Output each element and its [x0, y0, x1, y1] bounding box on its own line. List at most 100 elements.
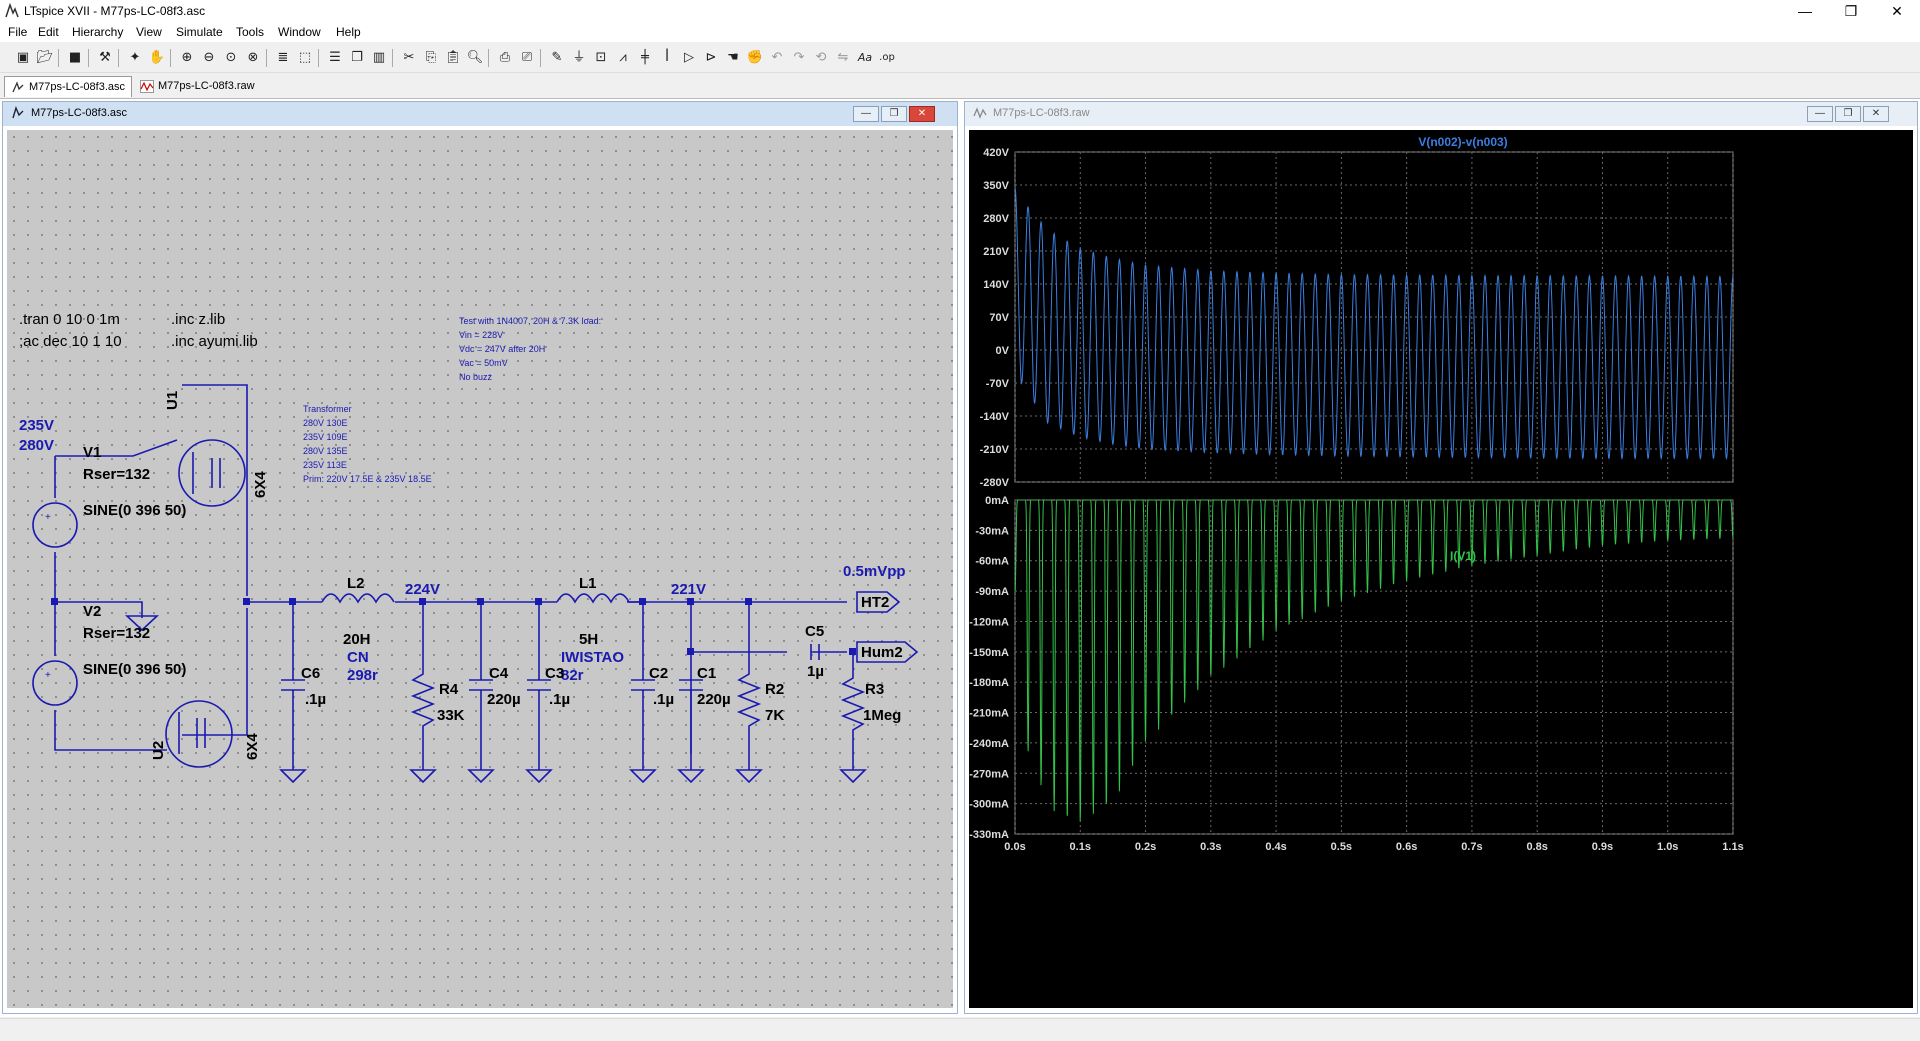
- schematic-minimize-button[interactable]: —: [853, 106, 879, 122]
- diode-icon[interactable]: ▷: [680, 49, 698, 67]
- v1-value[interactable]: SINE(0 396 50): [83, 502, 186, 519]
- menu-simulate[interactable]: Simulate: [176, 25, 223, 39]
- move-icon[interactable]: ☚: [724, 49, 742, 67]
- c4-name[interactable]: C4: [489, 665, 509, 682]
- run-icon[interactable]: ✦: [126, 49, 144, 67]
- directive-tran[interactable]: .tran 0 10 0 1m: [19, 311, 120, 328]
- schematic-close-button[interactable]: ✕: [909, 106, 935, 122]
- resistor-icon[interactable]: ⩘: [614, 49, 632, 67]
- maximize-button[interactable]: ❐: [1828, 0, 1874, 22]
- r2-name[interactable]: R2: [765, 681, 784, 698]
- mirror-icon[interactable]: ⇋: [834, 49, 852, 67]
- print-icon[interactable]: ⎙: [496, 49, 514, 67]
- minimize-button[interactable]: —: [1782, 0, 1828, 22]
- c2-name[interactable]: C2: [649, 665, 668, 682]
- r3-name[interactable]: R3: [865, 681, 884, 698]
- v1-name[interactable]: V1: [83, 444, 101, 461]
- zoom-cancel-icon[interactable]: ⊗: [244, 49, 262, 67]
- r3-value[interactable]: 1Meg: [863, 707, 901, 724]
- directive-inc-ayumi[interactable]: .inc ayumi.lib: [171, 333, 258, 350]
- inductor-icon[interactable]: ꟾ: [658, 49, 676, 67]
- copy-icon[interactable]: ⎘: [422, 49, 440, 67]
- waveform-plot-area[interactable]: 0.0s 0.1s 0.2s 0.3s 0.4s 0.5s 0.6s 0.7s 0.8s 0.9s…: [969, 130, 1913, 1008]
- menu-window[interactable]: Window: [278, 25, 321, 39]
- c5-name[interactable]: C5: [805, 623, 824, 640]
- component-icon[interactable]: ⊳: [702, 49, 720, 67]
- tab-waveform[interactable]: M77ps-LC-08f3.raw: [134, 76, 256, 97]
- rotate-icon[interactable]: ⟲: [812, 49, 830, 67]
- find-icon[interactable]: 🔍︎: [466, 49, 484, 67]
- menu-hierarchy[interactable]: Hierarchy: [72, 25, 123, 39]
- v2-value[interactable]: SINE(0 396 50): [83, 661, 186, 678]
- menu-help[interactable]: Help: [336, 25, 361, 39]
- tab-schematic[interactable]: M77ps-LC-08f3.asc: [4, 76, 132, 97]
- c2-value[interactable]: .1µ: [653, 691, 674, 708]
- c3-name[interactable]: C3: [545, 665, 564, 682]
- l1-name[interactable]: L1: [579, 575, 597, 592]
- l1-value[interactable]: 5H: [579, 631, 598, 648]
- schematic-restore-button[interactable]: ❐: [881, 106, 907, 122]
- zoom-back-icon[interactable]: ⬚: [296, 49, 314, 67]
- redo-icon[interactable]: ↷: [790, 49, 808, 67]
- directive-inc-z[interactable]: .inc z.lib: [171, 311, 225, 328]
- drag-icon[interactable]: ✊: [746, 49, 764, 67]
- r4-value[interactable]: 33K: [437, 707, 465, 724]
- ground-icon[interactable]: ⏚: [570, 49, 588, 67]
- u1-name[interactable]: U1: [164, 391, 181, 410]
- cut-icon[interactable]: ✂: [400, 49, 418, 67]
- directive-ac[interactable]: ;ac dec 10 1 10: [19, 333, 122, 350]
- wire-icon[interactable]: ✎: [548, 49, 566, 67]
- control-panel-icon[interactable]: ⚒: [96, 49, 114, 67]
- r2-value[interactable]: 7K: [765, 707, 784, 724]
- text-icon[interactable]: Aa: [856, 49, 874, 67]
- open-icon[interactable]: 📂︎: [36, 49, 54, 67]
- print-preview-icon[interactable]: ⎚: [518, 49, 536, 67]
- v2-name[interactable]: V2: [83, 603, 101, 620]
- waveform-window-titlebar[interactable]: M77ps-LC-08f3.raw — ❐ ✕: [965, 102, 1917, 126]
- waveform-close-button[interactable]: ✕: [1863, 106, 1889, 122]
- c5-value[interactable]: 1µ: [807, 663, 824, 680]
- v1-rser[interactable]: Rser=132: [83, 466, 150, 483]
- label-net-icon[interactable]: ⊡: [592, 49, 610, 67]
- schematic-canvas[interactable]: + + .tran 0 10 0 1m ;ac dec 10 1 10 .inc …: [7, 130, 953, 1008]
- top-trace-name[interactable]: V(n002)-v(n003): [1418, 135, 1507, 149]
- net-label-hum2[interactable]: Hum2: [861, 644, 903, 661]
- zoom-in-icon[interactable]: ⊕: [178, 49, 196, 67]
- c6-value[interactable]: .1µ: [305, 691, 326, 708]
- waveform-restore-button[interactable]: ❐: [1835, 106, 1861, 122]
- paste-icon[interactable]: 📋︎: [444, 49, 462, 67]
- capacitor-icon[interactable]: ╪: [636, 49, 654, 67]
- menu-edit[interactable]: Edit: [38, 25, 59, 39]
- new-schematic-icon[interactable]: ▣: [14, 49, 32, 67]
- save-icon[interactable]: ■: [66, 49, 84, 67]
- menu-tools[interactable]: Tools: [236, 25, 264, 39]
- u1-part[interactable]: 6X4: [252, 471, 269, 498]
- v2-rser[interactable]: Rser=132: [83, 625, 150, 642]
- bottom-trace-name[interactable]: I(V1): [1450, 549, 1476, 563]
- u2-part[interactable]: 6X4: [244, 733, 261, 760]
- tile-vertical-icon[interactable]: ▥: [370, 49, 388, 67]
- waveform-minimize-button[interactable]: —: [1807, 106, 1833, 122]
- l2-name[interactable]: L2: [347, 575, 365, 592]
- tile-horizontal-icon[interactable]: ☰: [326, 49, 344, 67]
- c4-value[interactable]: 220µ: [487, 691, 521, 708]
- undo-icon[interactable]: ↶: [768, 49, 786, 67]
- c3-value[interactable]: .1µ: [549, 691, 570, 708]
- zoom-out-icon[interactable]: ⊖: [200, 49, 218, 67]
- c6-name[interactable]: C6: [301, 665, 320, 682]
- close-button[interactable]: ✕: [1874, 0, 1920, 22]
- menu-view[interactable]: View: [136, 25, 162, 39]
- u2-name[interactable]: U2: [150, 741, 167, 760]
- cascade-icon[interactable]: ❐: [348, 49, 366, 67]
- autorange-icon[interactable]: ≣: [274, 49, 292, 67]
- menu-file[interactable]: File: [8, 25, 27, 39]
- net-label-ht2[interactable]: HT2: [861, 594, 889, 611]
- schematic-window-titlebar[interactable]: M77ps-LC-08f3.asc — ❐ ✕: [3, 102, 957, 126]
- zoom-fit-icon[interactable]: ⊙: [222, 49, 240, 67]
- l2-value[interactable]: 20H: [343, 631, 371, 648]
- c1-name[interactable]: C1: [697, 665, 716, 682]
- c1-value[interactable]: 220µ: [697, 691, 731, 708]
- halt-icon[interactable]: ✋: [148, 49, 166, 67]
- spice-directive-icon[interactable]: .op: [878, 49, 896, 67]
- r4-name[interactable]: R4: [439, 681, 459, 698]
